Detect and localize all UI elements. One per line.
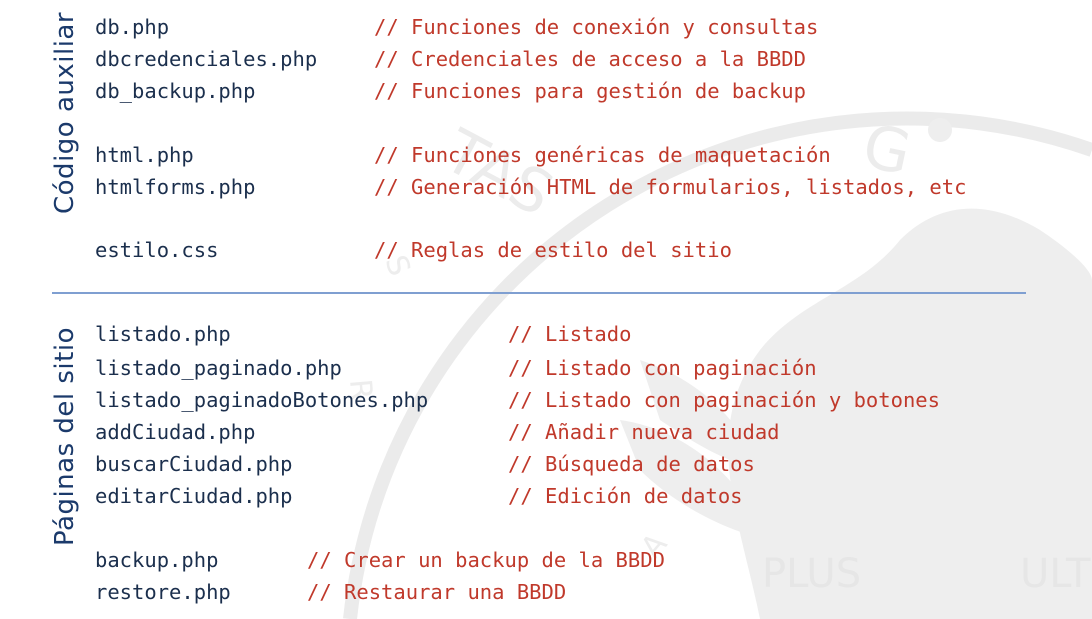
page-file-comment: // Búsqueda de datos bbox=[508, 452, 755, 476]
aux-file-name: db.php bbox=[95, 15, 170, 39]
aux-file-comment: // Generación HTML de formularios, lista… bbox=[374, 175, 967, 199]
aux-file-comment: // Funciones genéricas de maquetación bbox=[374, 143, 831, 167]
page-file-comment: // Listado con paginación y botones bbox=[508, 388, 940, 412]
page-file-name: buscarCiudad.php bbox=[95, 452, 293, 476]
aux-file-name: html.php bbox=[95, 143, 194, 167]
watermark-ultra-text: ULTRA bbox=[1020, 551, 1092, 597]
page-file-name: addCiudad.php bbox=[95, 420, 256, 444]
watermark-arc-text: TAS bbox=[432, 116, 564, 230]
aux-section-label: Código auxiliar bbox=[50, 11, 80, 214]
page-file-name: listado_paginadoBotones.php bbox=[95, 388, 429, 412]
page-file-comment: // Listado con paginación bbox=[508, 356, 817, 380]
page-file-name: backup.php bbox=[95, 548, 219, 572]
aux-file-comment: // Funciones para gestión de backup bbox=[374, 79, 806, 103]
page-file-comment: // Listado bbox=[508, 322, 632, 346]
watermark-plus-text: PLUS bbox=[762, 551, 861, 597]
section-divider bbox=[52, 292, 1026, 294]
page-file-name: editarCiudad.php bbox=[95, 484, 293, 508]
page-file-comment: // Añadir nueva ciudad bbox=[508, 420, 780, 444]
aux-file-comment: // Funciones de conexión y consultas bbox=[374, 15, 819, 39]
aux-file-comment: // Reglas de estilo del sitio bbox=[374, 238, 732, 262]
page-file-name: restore.php bbox=[95, 580, 231, 604]
aux-file-name: db_backup.php bbox=[95, 79, 256, 103]
pages-section-label: Páginas del sitio bbox=[50, 327, 80, 546]
aux-file-name: dbcredenciales.php bbox=[95, 47, 318, 71]
page-file-name: listado.php bbox=[95, 322, 231, 346]
aux-file-comment: // Credenciales de acceso a la BBDD bbox=[374, 47, 806, 71]
aux-file-name: estilo.css bbox=[95, 238, 219, 262]
page-file-comment: // Crear un backup de la BBDD bbox=[307, 548, 665, 572]
aux-file-name: htmlforms.php bbox=[95, 175, 256, 199]
page-file-comment: // Edición de datos bbox=[508, 484, 743, 508]
page-file-comment: // Restaurar una BBDD bbox=[307, 580, 567, 604]
page-file-name: listado_paginado.php bbox=[95, 356, 342, 380]
